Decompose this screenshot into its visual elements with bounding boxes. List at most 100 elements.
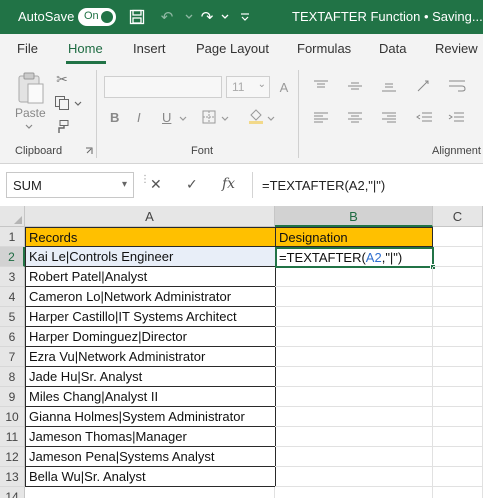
cell-c11[interactable]: [433, 427, 483, 447]
copy-dropdown-icon[interactable]: [73, 98, 83, 108]
row-header[interactable]: 7: [0, 347, 25, 367]
name-box[interactable]: SUM ▾: [6, 172, 134, 198]
cell-a9[interactable]: Miles Chang|Analyst II: [25, 387, 276, 407]
cell-b5[interactable]: [275, 307, 433, 327]
cell-c5[interactable]: [433, 307, 483, 327]
row-header[interactable]: 6: [0, 327, 25, 347]
align-bottom-icon[interactable]: [380, 78, 398, 94]
cell-b1[interactable]: Designation: [275, 227, 433, 247]
cell-c10[interactable]: [433, 407, 483, 427]
cell-a5[interactable]: Harper Castillo|IT Systems Architect: [25, 307, 276, 327]
cell-c2[interactable]: [433, 247, 483, 267]
cell-a3[interactable]: Robert Patel|Analyst: [25, 267, 276, 287]
bold-button[interactable]: B: [110, 110, 119, 125]
cell-a11[interactable]: Jameson Thomas|Manager: [25, 427, 276, 447]
increase-font-icon[interactable]: A: [274, 78, 294, 96]
cell-a10[interactable]: Gianna Holmes|System Administrator: [25, 407, 276, 427]
paste-dropdown-icon[interactable]: [24, 122, 34, 130]
cell-a12[interactable]: Jameson Pena|Systems Analyst: [25, 447, 276, 467]
row-header[interactable]: 14: [0, 487, 25, 498]
name-box-dropdown-icon[interactable]: ▾: [122, 179, 127, 190]
font-size-box[interactable]: 11 ⌄: [226, 76, 270, 98]
cell-b14[interactable]: [275, 487, 433, 498]
cell-a4[interactable]: Cameron Lo|Network Administrator: [25, 287, 276, 307]
borders-dropdown-icon[interactable]: [220, 114, 230, 122]
row-header[interactable]: 5: [0, 307, 25, 327]
align-right-icon[interactable]: [380, 110, 398, 126]
cell-c8[interactable]: [433, 367, 483, 387]
cell-b9[interactable]: [275, 387, 433, 407]
row-header[interactable]: 4: [0, 287, 25, 307]
enter-check-icon[interactable]: ✓: [186, 176, 198, 193]
row-header[interactable]: 11: [0, 427, 25, 447]
align-middle-icon[interactable]: [346, 78, 364, 94]
underline-button[interactable]: U: [162, 110, 171, 125]
cell-a8[interactable]: Jade Hu|Sr. Analyst: [25, 367, 276, 387]
cell-a14[interactable]: [25, 487, 275, 498]
tab-home[interactable]: Home: [68, 41, 103, 56]
cell-c6[interactable]: [433, 327, 483, 347]
cell-c9[interactable]: [433, 387, 483, 407]
select-all-corner[interactable]: [0, 206, 25, 227]
tab-data[interactable]: Data: [379, 41, 406, 56]
cell-b8[interactable]: [275, 367, 433, 387]
paste-label[interactable]: Paste: [15, 106, 46, 120]
cell-a7[interactable]: Ezra Vu|Network Administrator: [25, 347, 276, 367]
cell-c14[interactable]: [433, 487, 483, 498]
row-header[interactable]: 9: [0, 387, 25, 407]
cell-b2-active[interactable]: =TEXTAFTER(A2,"|"): [275, 247, 434, 268]
cell-a1[interactable]: Records: [25, 227, 276, 247]
cell-b7[interactable]: [275, 347, 433, 367]
italic-button[interactable]: I: [137, 110, 141, 125]
cell-c4[interactable]: [433, 287, 483, 307]
cell-c13[interactable]: [433, 467, 483, 487]
worksheet-grid[interactable]: A B C 1 2 3 4 5 6 7 8 9 10 11 12 13 14 R…: [0, 206, 483, 498]
tab-page-layout[interactable]: Page Layout: [196, 41, 269, 56]
column-header-c[interactable]: C: [433, 206, 483, 227]
row-header[interactable]: 2: [0, 247, 25, 267]
align-center-icon[interactable]: [346, 110, 364, 126]
font-name-box[interactable]: [104, 76, 222, 98]
undo-icon[interactable]: ↶: [156, 6, 178, 28]
cell-b4[interactable]: [275, 287, 433, 307]
save-icon[interactable]: [126, 6, 148, 28]
orientation-icon[interactable]: [414, 78, 436, 94]
wrap-text-icon[interactable]: [446, 78, 468, 94]
tab-file[interactable]: File: [17, 41, 38, 56]
row-header[interactable]: 10: [0, 407, 25, 427]
cell-a2[interactable]: Kai Le|Controls Engineer: [25, 247, 276, 267]
cell-b3[interactable]: [275, 267, 433, 287]
align-left-icon[interactable]: [312, 110, 330, 126]
copy-icon[interactable]: [52, 94, 72, 112]
redo-dropdown-icon[interactable]: [214, 6, 236, 28]
cell-a6[interactable]: Harper Dominguez|Director: [25, 327, 276, 347]
column-header-a[interactable]: A: [25, 206, 275, 227]
row-header[interactable]: 13: [0, 467, 25, 487]
paste-icon[interactable]: [14, 70, 48, 106]
cell-c3[interactable]: [433, 267, 483, 287]
row-header[interactable]: 12: [0, 447, 25, 467]
decrease-indent-icon[interactable]: [414, 110, 434, 126]
underline-dropdown-icon[interactable]: [178, 114, 188, 122]
cell-b13[interactable]: [275, 467, 433, 487]
cell-c1[interactable]: [433, 227, 483, 247]
customize-toolbar-icon[interactable]: [234, 6, 256, 28]
row-header[interactable]: 3: [0, 267, 25, 287]
column-header-b[interactable]: B: [275, 206, 433, 227]
cell-c12[interactable]: [433, 447, 483, 467]
format-painter-icon[interactable]: [52, 118, 72, 136]
cell-b10[interactable]: [275, 407, 433, 427]
row-header[interactable]: 8: [0, 367, 25, 387]
cell-b12[interactable]: [275, 447, 433, 467]
tab-review[interactable]: Review: [435, 41, 478, 56]
formula-input[interactable]: =TEXTAFTER(A2,"|"): [252, 172, 483, 198]
fill-color-icon[interactable]: [246, 106, 266, 126]
autosave-toggle[interactable]: On: [78, 8, 116, 26]
tab-insert[interactable]: Insert: [133, 41, 166, 56]
cell-a13[interactable]: Bella Wu|Sr. Analyst: [25, 467, 276, 487]
align-top-icon[interactable]: [312, 78, 330, 94]
increase-indent-icon[interactable]: [446, 110, 466, 126]
font-size-dropdown-icon[interactable]: ⌄: [258, 79, 266, 90]
row-header[interactable]: 1: [0, 227, 25, 247]
cut-icon[interactable]: ✂: [54, 70, 70, 88]
